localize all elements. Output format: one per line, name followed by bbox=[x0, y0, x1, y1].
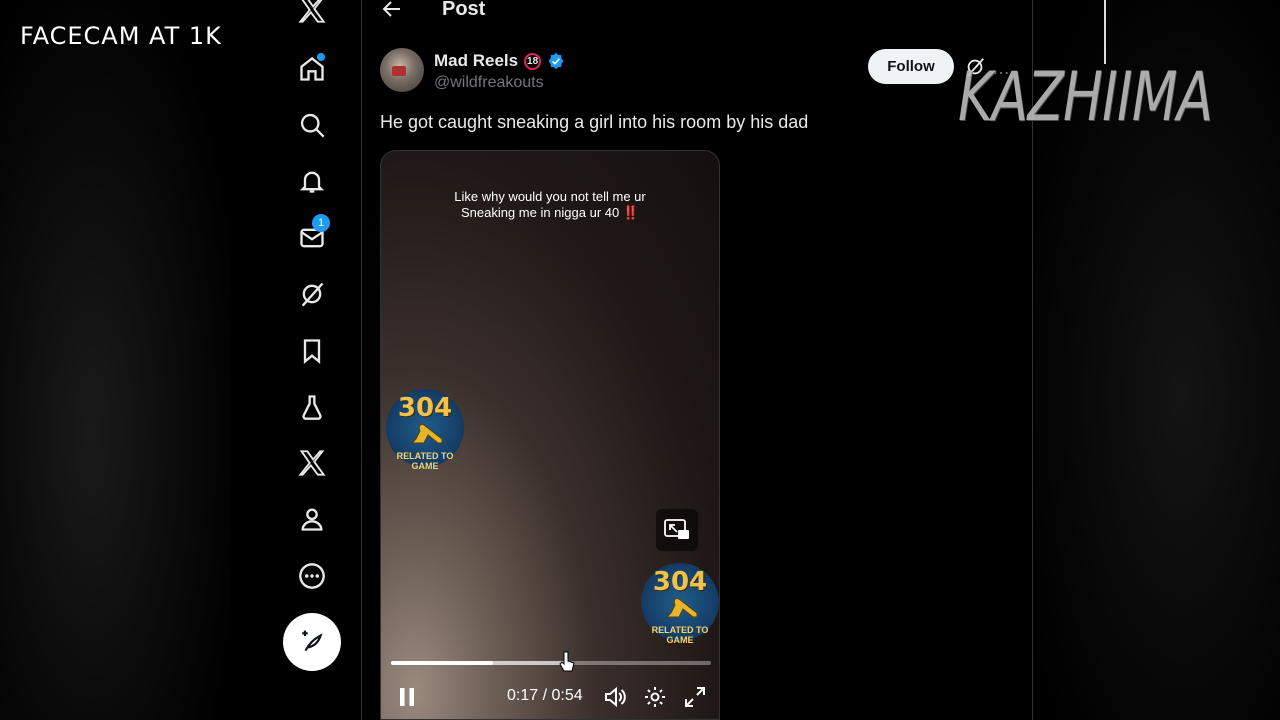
fullscreen-icon[interactable] bbox=[683, 685, 707, 709]
video-progress-bar[interactable] bbox=[391, 661, 711, 665]
picture-in-picture-button[interactable] bbox=[656, 509, 698, 551]
post-text: He got caught sneaking a girl into his r… bbox=[380, 112, 809, 132]
nav-notifications[interactable] bbox=[283, 159, 341, 203]
left-background bbox=[0, 0, 230, 720]
column-divider-left bbox=[361, 0, 362, 720]
bell-icon bbox=[299, 171, 325, 193]
nav-profile[interactable] bbox=[283, 497, 341, 541]
video-time-display: 0:17 / 0:54 bbox=[507, 687, 583, 704]
logo-text-2: RELATED TO GAME bbox=[651, 625, 709, 645]
logo-text: RELATED TO GAME bbox=[396, 451, 454, 471]
video-caption-line-1: Like why would you not tell me ur bbox=[454, 189, 646, 204]
video-caption-line-2: Sneaking me in nigga ur 40 ‼️ bbox=[460, 205, 640, 220]
volume-icon[interactable] bbox=[603, 685, 627, 709]
sidebar-nav: 1 bbox=[283, 0, 341, 720]
pause-icon[interactable] bbox=[395, 685, 419, 709]
facecam-overlay-text: FACECAM AT 1K bbox=[20, 22, 222, 50]
home-notification-dot bbox=[317, 53, 325, 61]
author-avatar[interactable] bbox=[380, 48, 424, 92]
nav-premium[interactable] bbox=[283, 441, 341, 485]
messages-badge: 1 bbox=[312, 214, 330, 232]
watermark-text: KAZHIIMA bbox=[958, 58, 1213, 137]
watermark-line bbox=[1104, 0, 1106, 64]
author-handle[interactable]: @wildfreakouts bbox=[434, 74, 544, 92]
more-circle-icon bbox=[299, 563, 325, 589]
picture-in-picture-icon bbox=[664, 519, 689, 539]
x-logo-icon bbox=[298, 0, 326, 23]
nav-bookmarks[interactable] bbox=[283, 329, 341, 373]
page-title: Post bbox=[442, 0, 486, 20]
video-watermark-logo: 304 RELATED TO GAME bbox=[386, 389, 464, 471]
video-controls: 0:17 / 0:54 bbox=[381, 681, 719, 713]
verified-badge-icon bbox=[548, 52, 564, 70]
nav-grok[interactable] bbox=[283, 272, 341, 316]
age-restriction-badge: 18 bbox=[524, 52, 542, 70]
video-caption: Like why would you not tell me ur Sneaki… bbox=[381, 189, 719, 221]
author-name-row[interactable]: Mad Reels 18 bbox=[434, 51, 565, 71]
flask-icon bbox=[302, 395, 322, 420]
compose-post-button[interactable] bbox=[283, 613, 341, 671]
nav-explore[interactable] bbox=[283, 103, 341, 147]
follow-button[interactable]: Follow bbox=[868, 49, 954, 84]
nav-lab[interactable] bbox=[283, 385, 341, 429]
author-name[interactable]: Mad Reels bbox=[434, 51, 518, 71]
nav-more[interactable] bbox=[283, 554, 341, 598]
arrow-left-icon[interactable] bbox=[380, 0, 404, 21]
high-heel-icon bbox=[410, 424, 443, 444]
nav-home[interactable] bbox=[283, 47, 341, 91]
nav-x-logo[interactable] bbox=[283, 0, 341, 32]
settings-gear-icon[interactable] bbox=[643, 685, 667, 709]
person-icon bbox=[301, 508, 323, 531]
logo-number-2: 304 bbox=[652, 567, 708, 597]
grok-icon bbox=[301, 282, 324, 307]
post-header: Post bbox=[380, 0, 485, 24]
x-premium-icon bbox=[298, 450, 326, 476]
bookmark-icon bbox=[303, 339, 321, 364]
video-progress-fill bbox=[391, 661, 494, 665]
high-heel-icon-2 bbox=[665, 598, 698, 618]
nav-messages[interactable]: 1 bbox=[283, 214, 341, 260]
feather-plus-icon bbox=[302, 630, 323, 652]
logo-number: 304 bbox=[397, 393, 453, 423]
video-player[interactable]: Like why would you not tell me ur Sneaki… bbox=[380, 150, 720, 720]
mouse-cursor-icon bbox=[559, 651, 575, 672]
search-icon bbox=[300, 113, 325, 138]
video-watermark-logo-2: 304 RELATED TO GAME bbox=[641, 563, 719, 645]
